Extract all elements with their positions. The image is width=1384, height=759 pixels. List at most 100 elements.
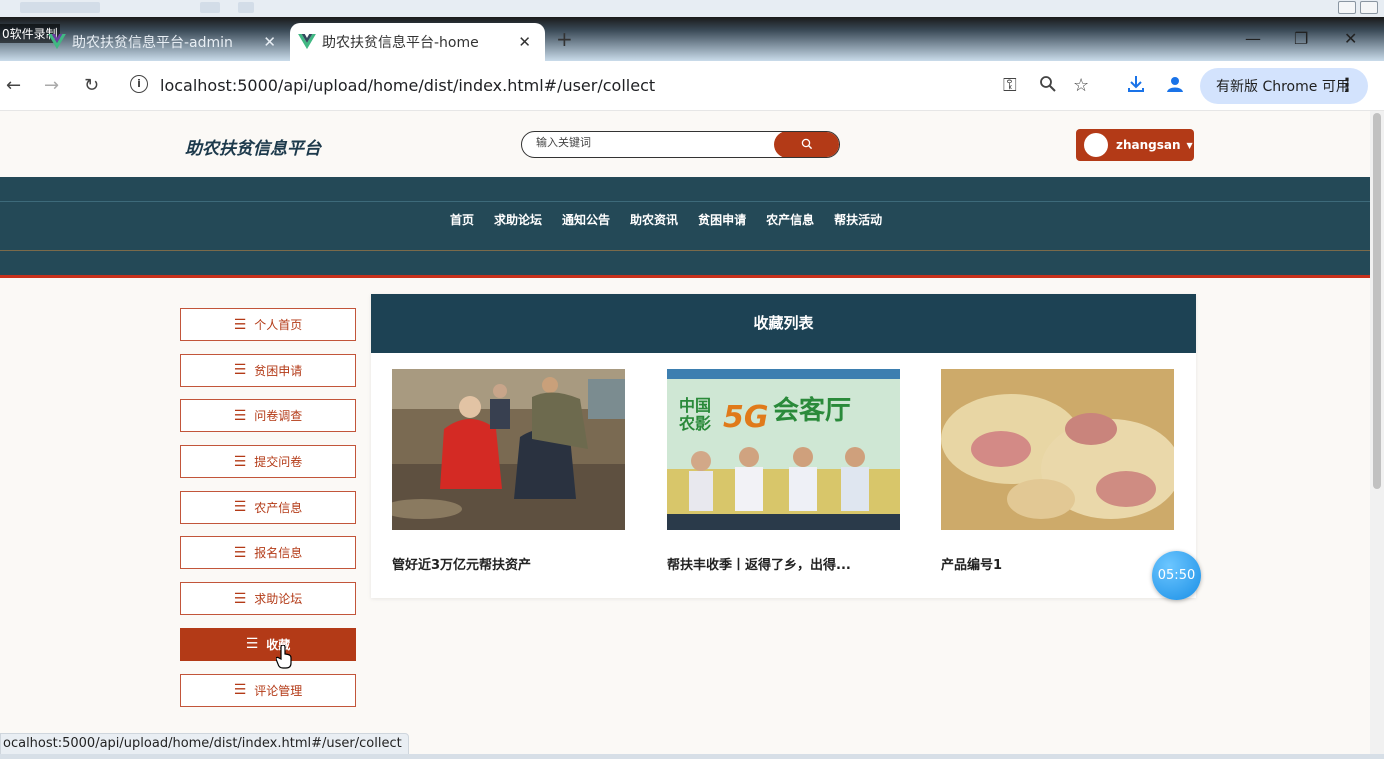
list-icon: ☰	[245, 636, 259, 653]
scrollbar-thumb[interactable]	[1373, 113, 1381, 489]
user-menu-button[interactable]: zhangsan ▼	[1076, 129, 1194, 161]
url-field[interactable]: localhost:5000/api/upload/home/dist/inde…	[160, 76, 655, 95]
tab-close-icon[interactable]: ✕	[518, 33, 531, 51]
card-title[interactable]: 产品编号1	[941, 554, 1174, 573]
list-icon: ☰	[233, 499, 247, 516]
list-icon: ☰	[233, 453, 247, 470]
key-icon[interactable]: ⚿	[1003, 75, 1017, 96]
sidebar-item-poverty-apply[interactable]: ☰ 贫困申请	[180, 353, 356, 387]
sidebar-item-forum[interactable]: ☰ 求助论坛	[180, 582, 356, 616]
search-button[interactable]	[774, 132, 839, 157]
main-nav: 首页 求助论坛 通知公告 助农资讯 贫困申请 农产信息 帮扶活动	[0, 177, 1370, 278]
vue-logo-icon	[48, 34, 66, 50]
sidebar-item-comments[interactable]: ☰ 评论管理	[180, 673, 356, 707]
sidebar-item-profile[interactable]: ☰ 个人首页	[180, 308, 356, 341]
tab-title: 助农扶贫信息平台-admin	[72, 35, 233, 51]
search-input[interactable]	[536, 136, 776, 149]
thumb-text: 农影	[678, 414, 711, 433]
tab-title: 助农扶贫信息平台-home	[322, 35, 479, 51]
collect-card[interactable]: 产品编号1	[941, 369, 1174, 573]
hand-cursor-icon	[276, 645, 292, 669]
bookmark-star-icon[interactable]: ☆	[1073, 75, 1089, 96]
site-header: 助农扶贫信息平台 zhangsan ▼	[0, 111, 1370, 177]
recording-timer[interactable]: 05:50	[1152, 551, 1201, 600]
list-icon: ☰	[233, 407, 247, 424]
user-name: zhangsan	[1116, 138, 1181, 152]
search-icon	[801, 138, 813, 150]
nav-item-forum[interactable]: 求助论坛	[494, 211, 542, 228]
site-info-icon[interactable]: i	[130, 75, 148, 93]
zoom-icon[interactable]	[1039, 75, 1057, 98]
collect-card[interactable]: 中国 农影 5G 会客厅 帮扶丰收季丨返得了乡，出得...	[667, 369, 900, 573]
nav-divider	[0, 250, 1370, 251]
status-url: ocalhost:5000/api/upload/home/dist/index…	[0, 733, 409, 755]
card-image[interactable]	[941, 369, 1174, 530]
sidebar-item-label: 评论管理	[254, 683, 303, 698]
profile-icon[interactable]	[1166, 75, 1184, 98]
back-icon[interactable]: ←	[6, 75, 21, 96]
user-sidebar: ☰ 个人首页 ☰ 贫困申请 ☰ 问卷调查 ☰ 提交问卷 ☰ 农产信息 ☰ 报名信息 ☰ 求助论…	[180, 308, 356, 719]
collect-card[interactable]: 管好近3万亿元帮扶资产	[392, 369, 625, 573]
minimize-icon[interactable]: —	[1245, 29, 1261, 48]
screen: 0软件录制 助农扶贫信息平台-admin ✕ 助农扶贫信息平台-home ✕ +…	[0, 0, 1384, 759]
nav-item-notice[interactable]: 通知公告	[562, 211, 610, 228]
sidebar-item-collect[interactable]: ☰ 收藏	[180, 627, 356, 661]
sidebar-item-label: 报名信息	[254, 546, 303, 561]
tab-close-icon[interactable]: ✕	[263, 33, 276, 51]
sidebar-item-label: 问卷调查	[254, 409, 303, 424]
close-window-icon[interactable]: ✕	[1344, 29, 1357, 48]
sidebar-item-label: 贫困申请	[254, 363, 303, 378]
search-box	[521, 131, 840, 158]
download-icon[interactable]	[1127, 75, 1145, 98]
browser-tab-bar: 0软件录制 助农扶贫信息平台-admin ✕ 助农扶贫信息平台-home ✕ +…	[0, 17, 1384, 61]
collect-panel: 收藏列表 管好近3万亿元帮扶资产 中国 农影 5G 会客厅 帮扶丰收季丨返得了乡…	[371, 294, 1196, 598]
nav-divider	[0, 201, 1370, 202]
list-icon: ☰	[233, 316, 247, 333]
card-title[interactable]: 管好近3万亿元帮扶资产	[392, 554, 625, 573]
reload-icon[interactable]: ↻	[84, 75, 99, 96]
nav-item-home[interactable]: 首页	[450, 211, 474, 228]
os-taskbar-strip	[0, 0, 1384, 17]
os-window-icon[interactable]	[1338, 1, 1356, 14]
tab-admin[interactable]: 助农扶贫信息平台-admin ✕	[40, 23, 290, 61]
caret-down-icon: ▼	[1186, 140, 1193, 150]
thumb-text: 中国	[679, 396, 711, 415]
nav-menu: 首页 求助论坛 通知公告 助农资讯 贫困申请 农产信息 帮扶活动	[440, 211, 892, 228]
list-icon: ☰	[233, 362, 247, 379]
os-strip-item	[20, 2, 100, 13]
sidebar-item-products[interactable]: ☰ 农产信息	[180, 490, 356, 524]
sidebar-item-submit-survey[interactable]: ☰ 提交问卷	[180, 445, 356, 479]
site-logo[interactable]: 助农扶贫信息平台	[185, 134, 321, 159]
sidebar-item-label: 求助论坛	[254, 592, 303, 607]
sidebar-item-label: 提交问卷	[254, 455, 303, 470]
panel-title: 收藏列表	[371, 294, 1196, 353]
vue-logo-icon	[298, 34, 316, 50]
sidebar-item-registrations[interactable]: ☰ 报名信息	[180, 536, 356, 570]
forward-icon[interactable]: →	[44, 75, 59, 96]
list-icon: ☰	[233, 682, 247, 698]
nav-item-news[interactable]: 助农资讯	[630, 211, 678, 228]
thumb-text: 会客厅	[773, 395, 851, 426]
list-icon: ☰	[233, 544, 247, 561]
update-label: 有新版 Chrome 可用	[1216, 79, 1350, 95]
list-icon: ☰	[233, 590, 247, 607]
more-menu-icon[interactable]: ⋮	[1338, 75, 1356, 96]
card-image[interactable]: 中国 农影 5G 会客厅	[667, 369, 900, 530]
new-tab-icon[interactable]: +	[556, 27, 573, 51]
os-window-icon[interactable]	[1360, 1, 1378, 14]
card-title[interactable]: 帮扶丰收季丨返得了乡，出得...	[667, 554, 900, 573]
nav-item-apply[interactable]: 贫困申请	[698, 211, 746, 228]
card-image[interactable]	[392, 369, 625, 530]
tab-home[interactable]: 助农扶贫信息平台-home ✕	[290, 23, 545, 61]
chrome-update-button[interactable]: 有新版 Chrome 可用 ⋮	[1200, 68, 1368, 104]
page-scrollbar[interactable]	[1370, 111, 1384, 759]
sidebar-item-label: 农产信息	[254, 500, 303, 515]
os-strip-item	[238, 2, 254, 13]
nav-item-products[interactable]: 农产信息	[766, 211, 814, 228]
sidebar-item-survey[interactable]: ☰ 问卷调查	[180, 399, 356, 433]
restore-icon[interactable]: ❐	[1294, 29, 1308, 48]
os-strip-item	[200, 2, 220, 13]
sidebar-item-label: 个人首页	[254, 318, 303, 332]
thumb-text: 5G	[723, 400, 769, 435]
nav-item-activities[interactable]: 帮扶活动	[834, 211, 882, 228]
